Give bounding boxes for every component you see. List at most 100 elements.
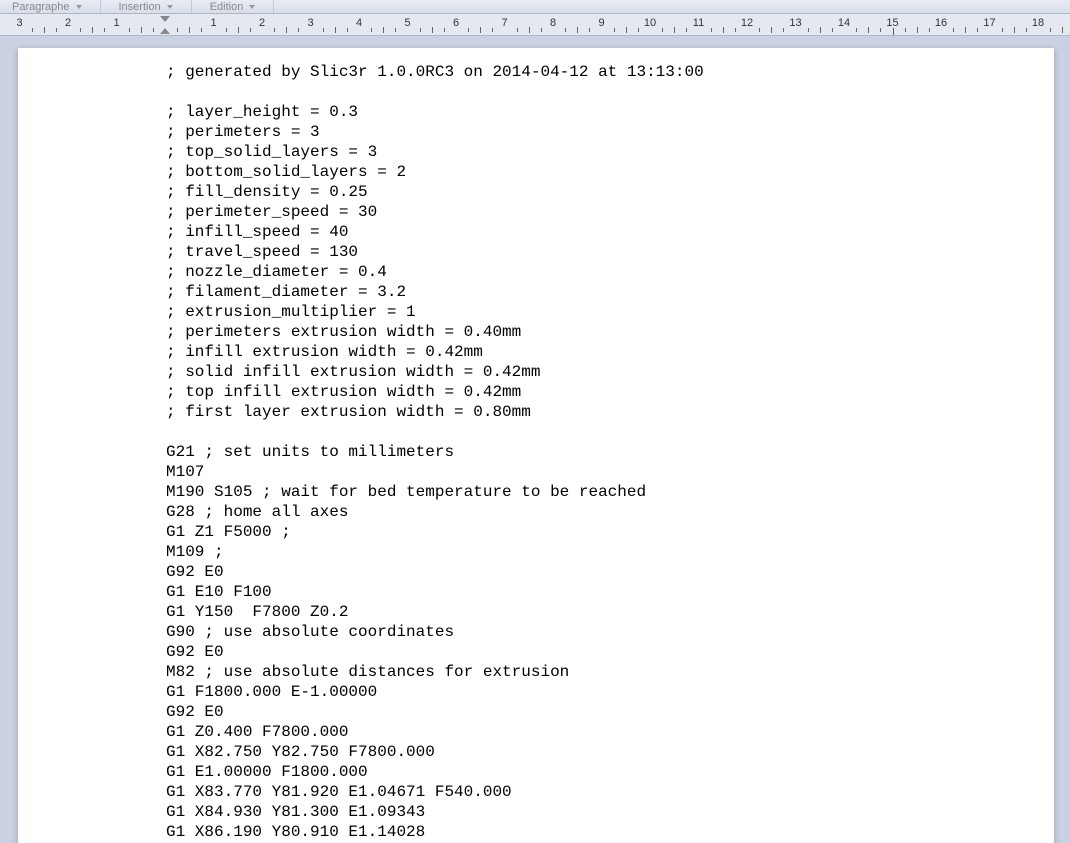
ruler-tick [153,28,154,32]
toolbar-label: Insertion [119,1,161,13]
ruler-number: 2 [65,17,71,29]
ruler-number: 11 [693,17,704,29]
chevron-down-icon [167,5,173,9]
ruler-tick [517,28,518,32]
ruler-tick [529,27,530,33]
document-text[interactable]: ; generated by Slic3r 1.0.0RC3 on 2014-0… [166,62,1054,842]
ruler-tick [335,27,336,33]
toolbar-label: Edition [210,1,244,13]
ruler-tick [201,28,202,32]
ruler-tick [1050,28,1051,32]
ruler-tick [783,28,784,32]
ruler-tick [674,27,675,33]
ruler-tick [250,28,251,32]
ruler-tick [953,28,954,32]
chevron-down-icon [76,5,82,9]
ruler-tick [129,28,130,32]
ruler-tick [56,28,57,32]
ruler-tick [432,27,433,33]
ruler-tick [735,28,736,32]
ruler-tick [371,28,372,32]
ruler-tick [492,28,493,32]
ruler-tick [614,28,615,32]
ruler-tick [832,28,833,32]
ruler-tick [226,28,227,32]
ruler-number: 14 [838,17,850,29]
ruler-number: 17 [983,17,995,29]
ruler-tick [711,28,712,32]
ruler-number: 10 [644,17,656,29]
ruler-number: 3 [307,17,313,29]
ruler-tick [420,28,421,32]
ruler-tick [808,28,809,32]
toolbar-insertion[interactable]: Insertion [101,0,192,13]
ruler-tick [32,28,33,32]
ruler-number: 13 [789,17,801,29]
ruler-tick [977,28,978,32]
indent-marker[interactable] [160,14,170,36]
ruler-tick [917,27,918,33]
ruler-number: 1 [113,17,119,29]
toolbar-label: Paragraphe [12,1,70,13]
ruler-tick [1014,27,1015,33]
tab-marker[interactable] [893,28,901,36]
ruler-tick [44,27,45,33]
ruler-tick [880,28,881,32]
ruler-number: 3 [16,17,22,29]
workspace: ; generated by Slic3r 1.0.0RC3 on 2014-0… [0,36,1070,843]
ruler-tick [80,28,81,32]
ruler-tick [965,27,966,33]
ruler-tick [238,27,239,33]
ruler-tick [468,28,469,32]
ruler-tick [274,28,275,32]
ruler-number: 18 [1032,17,1044,29]
ruler-tick [298,28,299,32]
ruler-tick [759,28,760,32]
ruler-tick [383,27,384,33]
ruler-tick [686,28,687,32]
ruler-tick [104,28,105,32]
ruler-tick [638,28,639,32]
ruler-number: 9 [598,17,604,29]
ruler-tick [577,27,578,33]
ruler-number: 1 [210,17,216,29]
ruler-tick [868,27,869,33]
ruler-tick [929,28,930,32]
ruler-tick [565,28,566,32]
ruler-tick [1002,28,1003,32]
ruler-tick [395,28,396,32]
ruler-tick [856,28,857,32]
ruler-number: 4 [356,17,362,29]
ruler-tick [589,28,590,32]
ruler-number: 5 [404,17,410,29]
document-page[interactable]: ; generated by Slic3r 1.0.0RC3 on 2014-0… [18,48,1054,843]
toolbar-edition[interactable]: Edition [192,0,275,13]
ruler-tick [1062,27,1063,33]
ruler-tick [662,28,663,32]
ruler-tick [626,27,627,33]
ruler-tick [541,28,542,32]
ruler-number: 8 [550,17,556,29]
ruler-number: 7 [501,17,507,29]
toolbar: Paragraphe Insertion Edition [0,0,1070,14]
ruler-tick [189,27,190,33]
ruler-tick [92,27,93,33]
ruler-tick [480,27,481,33]
ruler-number: 2 [259,17,265,29]
ruler-number: 16 [935,17,947,29]
ruler-tick [177,28,178,32]
horizontal-ruler[interactable]: 321123456789101112131415161718 [0,14,1070,36]
ruler-tick [286,27,287,33]
ruler-tick [723,27,724,33]
toolbar-paragraph[interactable]: Paragraphe [0,0,101,13]
ruler-tick [444,28,445,32]
ruler-tick [905,28,906,32]
ruler-number: 6 [453,17,459,29]
ruler-tick [1026,28,1027,32]
ruler-tick [323,28,324,32]
ruler-number: 12 [741,17,753,29]
ruler-tick [347,28,348,32]
chevron-down-icon [249,5,255,9]
ruler-tick [141,27,142,33]
ruler-tick [820,27,821,33]
